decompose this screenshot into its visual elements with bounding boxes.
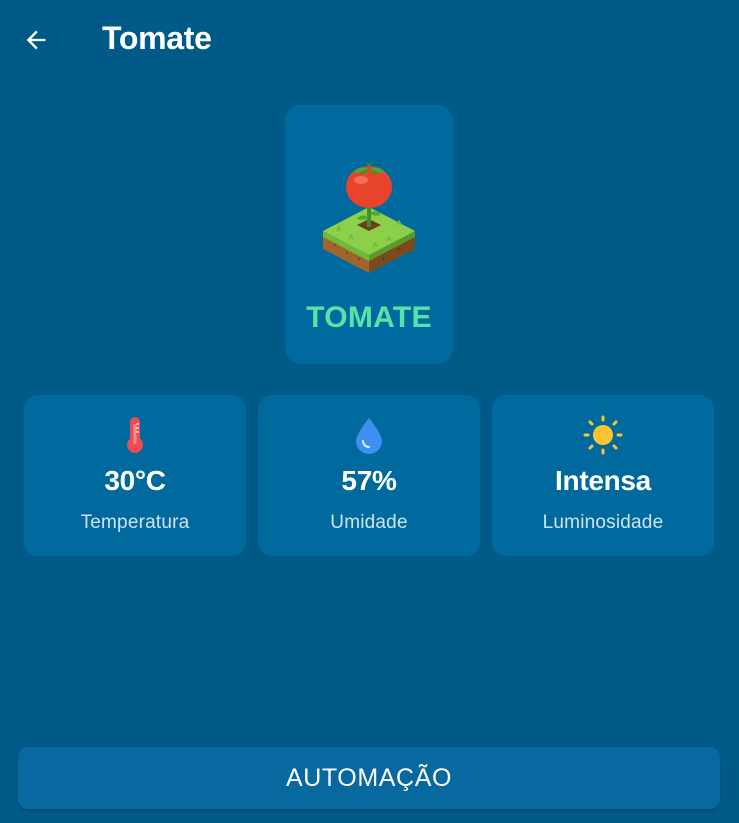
humidity-value: 57% [341, 465, 397, 496]
humidity-label: Umidade [330, 512, 408, 533]
temperature-value: 30°C [104, 465, 166, 496]
page-title: Tomate [102, 20, 212, 56]
top-app-bar: Tomate [0, 0, 739, 78]
luminosity-value: Intensa [555, 465, 651, 496]
water-drop-icon [356, 418, 382, 454]
luminosity-card: Intensa Luminosidade [492, 395, 714, 556]
thermometer-icon [127, 417, 143, 453]
plant-name: TOMATE [306, 301, 432, 334]
humidity-card: 57% Umidade [258, 395, 480, 556]
tomato-plant-illustration [323, 161, 415, 273]
luminosity-label: Luminosidade [542, 512, 664, 533]
plant-detail-screen: Tomate TOMATE 30°C Temperatura 57% Umida… [0, 0, 739, 823]
plant-card: TOMATE [285, 105, 453, 364]
back-button[interactable] [16, 20, 56, 60]
temperature-label: Temperatura [80, 512, 190, 533]
arrow-left-icon [26, 30, 46, 50]
automation-button[interactable]: AUTOMAÇÃO [18, 747, 720, 809]
temperature-card: 30°C Temperatura [24, 395, 246, 556]
sun-icon [583, 415, 623, 455]
